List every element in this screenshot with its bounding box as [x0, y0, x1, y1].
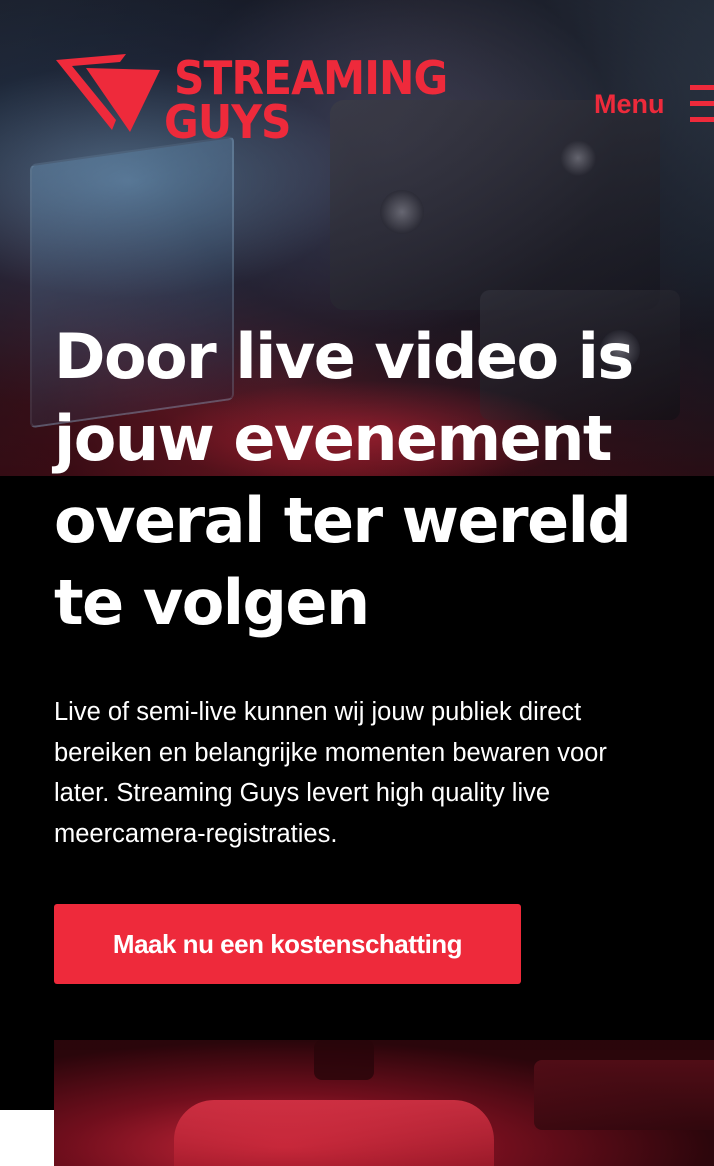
hamburger-icon[interactable]: [690, 85, 714, 123]
camera-knob: [380, 190, 424, 234]
brand-name-line1: STREAMING: [174, 51, 448, 105]
hero-title: Door live video is jouw evenement overal…: [54, 320, 634, 639]
hero-description: Live of semi-live kunnen wij jouw publie…: [54, 698, 607, 848]
menu-label: Menu: [594, 88, 665, 119]
camera-shape: [174, 1100, 494, 1166]
camera-shape: [314, 1040, 374, 1080]
bottom-camera-image: [54, 1040, 714, 1166]
brand-name-line2: GUYS: [164, 95, 291, 149]
brand-logo[interactable]: STREAMING GUYS: [56, 54, 486, 158]
cost-estimate-button[interactable]: Maak nu een kostenschatting: [54, 904, 521, 984]
camera-shape: [534, 1060, 714, 1130]
logo-mark-icon: [56, 54, 160, 132]
menu-button[interactable]: Menu: [594, 84, 714, 124]
page: STREAMING GUYS Menu Door live video is j…: [0, 0, 714, 1166]
white-corner-block: [0, 1110, 54, 1166]
site-header: STREAMING GUYS Menu: [0, 0, 714, 170]
brand-name: STREAMING GUYS: [164, 51, 471, 149]
